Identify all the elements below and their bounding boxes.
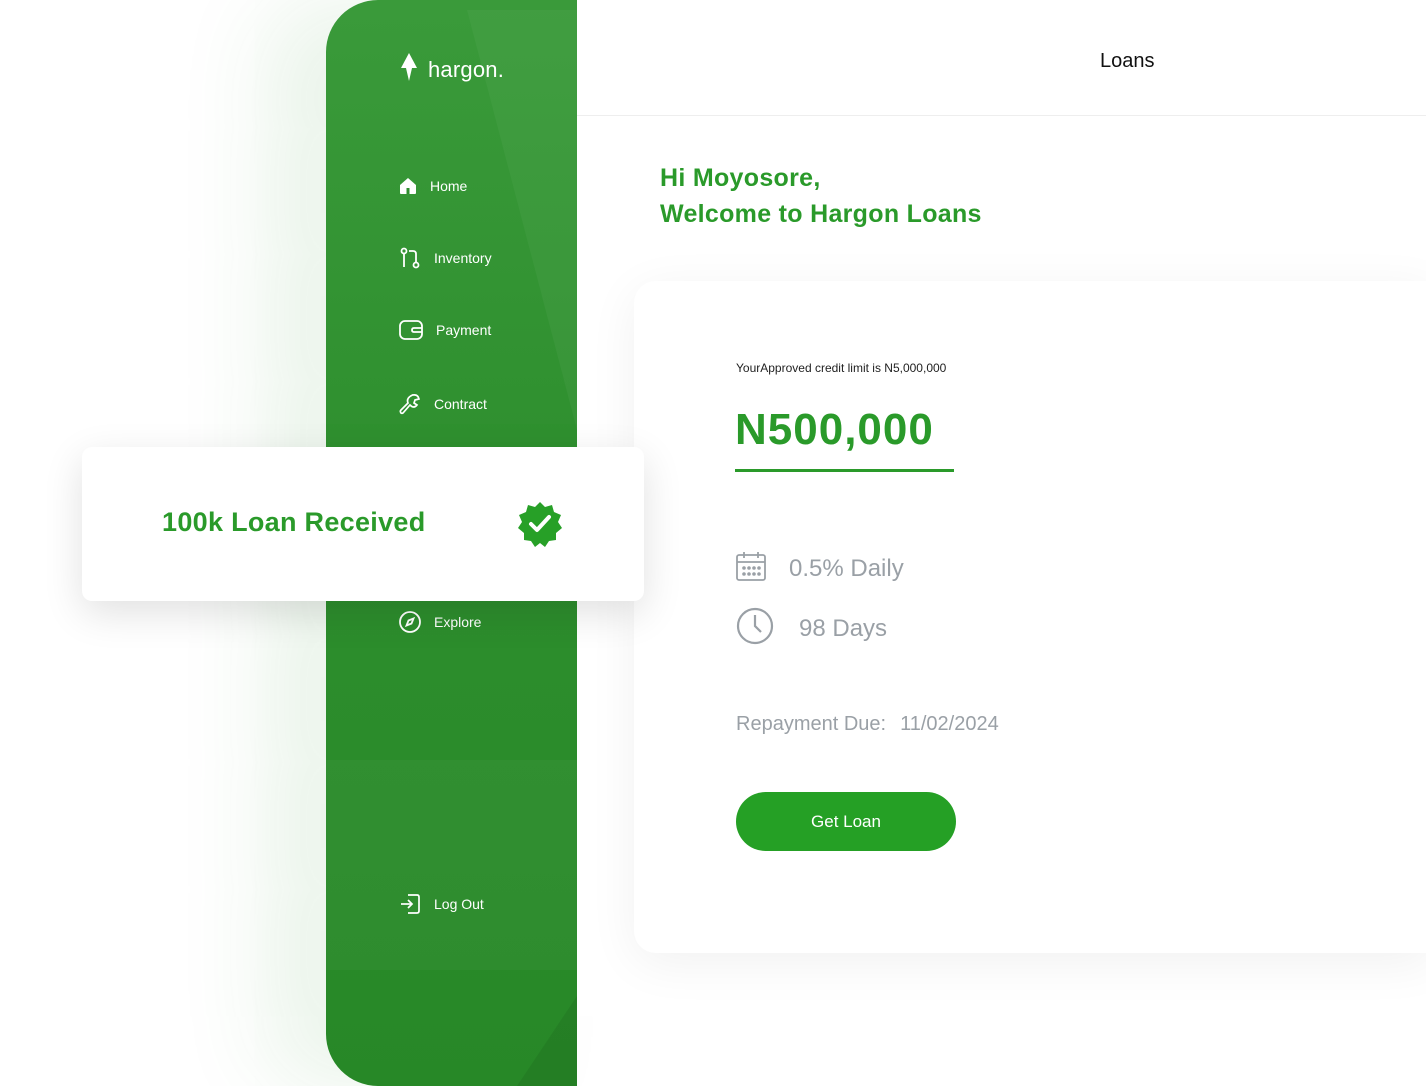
clock-icon [735, 606, 775, 651]
logout-button[interactable]: Log Out [398, 892, 484, 916]
sidebar-item-contract[interactable]: Contract [398, 392, 487, 416]
repayment-due: Repayment Due: 11/02/2024 [736, 713, 999, 736]
duration-row: 98 Days [735, 606, 887, 651]
sidebar-item-label: Home [430, 178, 468, 194]
branch-icon [398, 246, 422, 270]
brand-name: hargon. [428, 56, 505, 82]
logout-icon [398, 892, 422, 916]
brand-logo[interactable]: hargon. [398, 52, 504, 87]
calendar-icon [735, 550, 767, 587]
home-icon [398, 176, 418, 196]
sidebar-item-label: Inventory [434, 250, 492, 266]
sidebar-item-home[interactable]: Home [398, 176, 467, 196]
loan-amount[interactable]: N500,000 [735, 405, 934, 455]
sidebar-item-label: Explore [434, 614, 482, 630]
page-title: Loans [1100, 50, 1155, 72]
loan-card: YourApproved credit limit is N5,000,000 … [634, 281, 1426, 953]
wrench-icon [398, 392, 422, 416]
loan-duration: 98 Days [799, 614, 888, 642]
notification-text: 100k Loan Received [162, 507, 426, 537]
sidebar-decoration [326, 760, 577, 970]
sidebar-item-label: Contract [434, 396, 487, 412]
repayment-label: Repayment Due: [736, 713, 887, 735]
loan-received-notification: 100k Loan Received [82, 447, 644, 601]
amount-underline [735, 469, 954, 472]
get-loan-button[interactable]: Get Loan [736, 792, 956, 851]
repayment-date: 11/02/2024 [900, 713, 999, 735]
greeting-line-1: Hi Moyosore, [660, 164, 821, 192]
logout-label: Log Out [434, 896, 484, 912]
sidebar-item-inventory[interactable]: Inventory [398, 246, 492, 270]
sidebar-item-label: Payment [436, 322, 492, 338]
wallet-icon [398, 319, 424, 341]
interest-rate-row: 0.5% Daily [735, 550, 904, 587]
sidebar-item-explore[interactable]: Explore [398, 610, 481, 634]
logo-mark-icon [398, 52, 420, 87]
greeting-line-2: Welcome to Hargon Loans [660, 200, 982, 228]
verified-badge-icon [517, 501, 563, 552]
top-header: Loans [577, 0, 1426, 116]
greeting: Hi Moyosore, Welcome to Hargon Loans [660, 160, 982, 232]
sidebar-decoration [517, 996, 577, 1086]
interest-rate: 0.5% Daily [789, 554, 904, 582]
sidebar-item-payment[interactable]: Payment [398, 319, 491, 341]
credit-limit-text: YourApproved credit limit is N5,000,000 [736, 361, 947, 375]
compass-icon [398, 610, 422, 634]
